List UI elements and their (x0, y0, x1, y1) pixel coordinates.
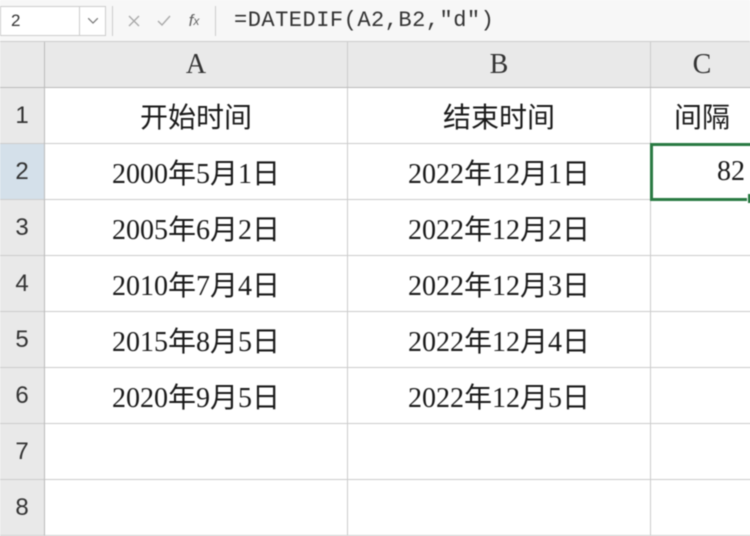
cell-A5[interactable]: 2015年8月5日 (45, 312, 348, 368)
spreadsheet-grid: 1 2 3 4 5 6 7 8 A B C 开始时间 结束时间 间隔 2000年… (0, 42, 750, 536)
row-header-4[interactable]: 4 (0, 256, 44, 312)
divider (112, 6, 113, 36)
cell-B5[interactable]: 2022年12月4日 (348, 312, 651, 368)
cell-A3[interactable]: 2005年6月2日 (45, 200, 348, 256)
col-header-A[interactable]: A (45, 42, 348, 87)
cell-B8[interactable] (348, 480, 651, 536)
cell-B6[interactable]: 2022年12月5日 (348, 368, 651, 424)
cell-A1[interactable]: 开始时间 (45, 88, 348, 144)
table-row: 2010年7月4日 2022年12月3日 (45, 256, 750, 312)
cell-C7[interactable] (651, 424, 750, 480)
name-box[interactable]: 2 (0, 6, 80, 36)
chevron-down-icon (88, 18, 98, 24)
divider (215, 6, 216, 36)
table-row: 开始时间 结束时间 间隔 (45, 88, 750, 144)
select-all-corner[interactable] (0, 42, 44, 88)
cell-B2[interactable]: 2022年12月1日 (348, 144, 651, 200)
cell-reference: 2 (11, 11, 20, 31)
cancel-icon[interactable] (119, 6, 149, 36)
cell-C5[interactable] (651, 312, 750, 368)
fx-icon[interactable]: fx (179, 6, 209, 36)
confirm-icon[interactable] (149, 6, 179, 36)
table-row (45, 480, 750, 536)
cell-C4[interactable] (651, 256, 750, 312)
column-headers: A B C (45, 42, 750, 88)
table-row: 2015年8月5日 2022年12月4日 (45, 312, 750, 368)
table-row: 2005年6月2日 2022年12月2日 (45, 200, 750, 256)
col-header-B[interactable]: B (348, 42, 651, 87)
row-header-2[interactable]: 2 (0, 144, 44, 200)
row-headers: 1 2 3 4 5 6 7 8 (0, 42, 45, 536)
cell-B1[interactable]: 结束时间 (348, 88, 651, 144)
cell-A6[interactable]: 2020年9月5日 (45, 368, 348, 424)
row-header-7[interactable]: 7 (0, 424, 44, 480)
table-row (45, 424, 750, 480)
name-box-dropdown[interactable] (80, 6, 106, 36)
cells-area: A B C 开始时间 结束时间 间隔 2000年5月1日 2022年12月1日 … (45, 42, 750, 536)
cell-C3[interactable] (651, 200, 750, 256)
row-header-5[interactable]: 5 (0, 312, 44, 368)
cell-A4[interactable]: 2010年7月4日 (45, 256, 348, 312)
table-row: 2020年9月5日 2022年12月5日 (45, 368, 750, 424)
formula-input[interactable]: =DATEDIF(A2,B2,"d") (222, 0, 750, 41)
col-header-C[interactable]: C (651, 42, 750, 87)
cell-B3[interactable]: 2022年12月2日 (348, 200, 651, 256)
row-header-8[interactable]: 8 (0, 480, 44, 536)
cell-B7[interactable] (348, 424, 651, 480)
row-header-6[interactable]: 6 (0, 368, 44, 424)
formula-text: =DATEDIF(A2,B2,"d") (234, 8, 494, 33)
cell-C2[interactable]: 82 (651, 144, 750, 200)
cell-C8[interactable] (651, 480, 750, 536)
cell-B4[interactable]: 2022年12月3日 (348, 256, 651, 312)
formula-bar: 2 fx =DATEDIF(A2,B2,"d") (0, 0, 750, 42)
table-row: 2000年5月1日 2022年12月1日 82 (45, 144, 750, 200)
cell-C6[interactable] (651, 368, 750, 424)
row-header-3[interactable]: 3 (0, 200, 44, 256)
cell-A7[interactable] (45, 424, 348, 480)
cell-C1[interactable]: 间隔 (651, 88, 750, 144)
cell-A2[interactable]: 2000年5月1日 (45, 144, 348, 200)
cell-A8[interactable] (45, 480, 348, 536)
row-header-1[interactable]: 1 (0, 88, 44, 144)
